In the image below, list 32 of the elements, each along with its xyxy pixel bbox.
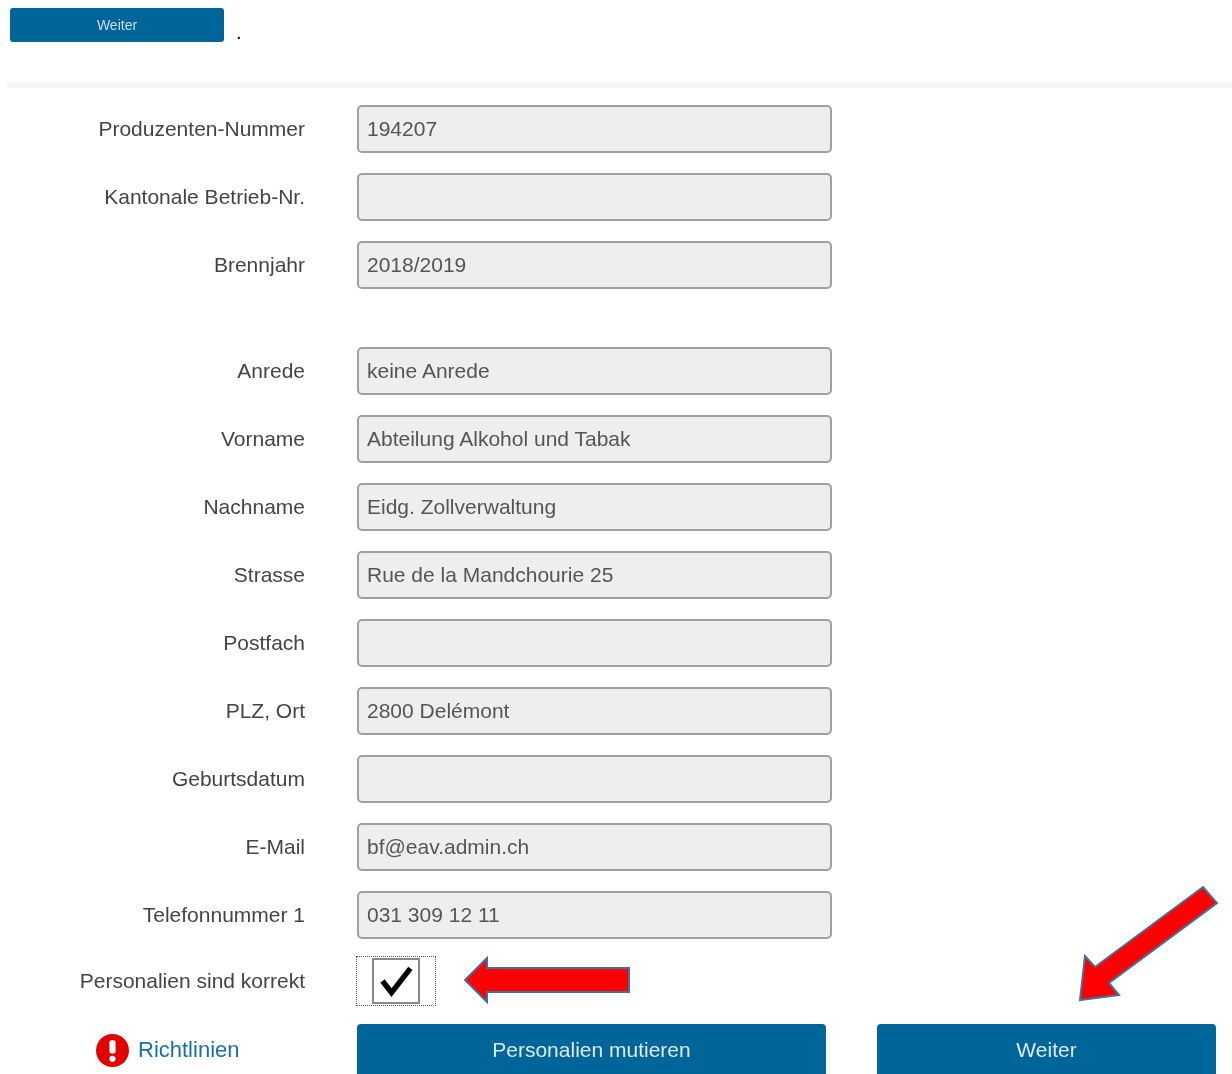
- field-label: Vorname: [219, 427, 305, 451]
- field-label: Kantonale Betrieb-Nr.: [103, 185, 305, 209]
- period-mark: .: [236, 22, 242, 42]
- text-field[interactable]: bf@eav.admin.ch: [357, 823, 832, 871]
- field-label: Produzenten-Nummer: [97, 117, 305, 141]
- field-label: E-Mail: [244, 835, 305, 859]
- field-label: Brennjahr: [212, 253, 305, 277]
- field-label: Strasse: [232, 563, 305, 587]
- field-label: Geburtsdatum: [170, 767, 305, 791]
- field-label: PLZ, Ort: [224, 699, 305, 723]
- field-label: Nachname: [202, 495, 305, 519]
- text-field[interactable]: [357, 619, 832, 667]
- text-field[interactable]: keine Anrede: [357, 347, 832, 395]
- checkbox-label: Personalien sind korrekt: [78, 969, 305, 993]
- text-field[interactable]: Abteilung Alkohol und Tabak: [357, 415, 832, 463]
- text-field[interactable]: [357, 173, 832, 221]
- guidelines-link[interactable]: Richtlinien: [138, 1037, 240, 1063]
- field-label: Anrede: [236, 359, 305, 383]
- field-label: Postfach: [222, 631, 305, 655]
- text-field[interactable]: 031 309 12 11: [357, 891, 832, 939]
- exclamation-icon: [96, 1033, 129, 1067]
- action-button[interactable]: Weiter: [877, 1024, 1216, 1074]
- text-field[interactable]: 194207: [357, 105, 832, 153]
- action-button[interactable]: Personalien mutieren: [357, 1024, 826, 1074]
- continue-button[interactable]: Weiter: [10, 8, 224, 42]
- text-field[interactable]: Eidg. Zollverwaltung: [357, 483, 832, 531]
- text-field[interactable]: [357, 755, 832, 803]
- text-field[interactable]: Rue de la Mandchourie 25: [357, 551, 832, 599]
- checkbox[interactable]: [372, 958, 420, 1004]
- text-field[interactable]: 2800 Delémont: [357, 687, 832, 735]
- field-label: Telefonnummer 1: [141, 903, 305, 927]
- text-field[interactable]: 2018/2019: [357, 241, 832, 289]
